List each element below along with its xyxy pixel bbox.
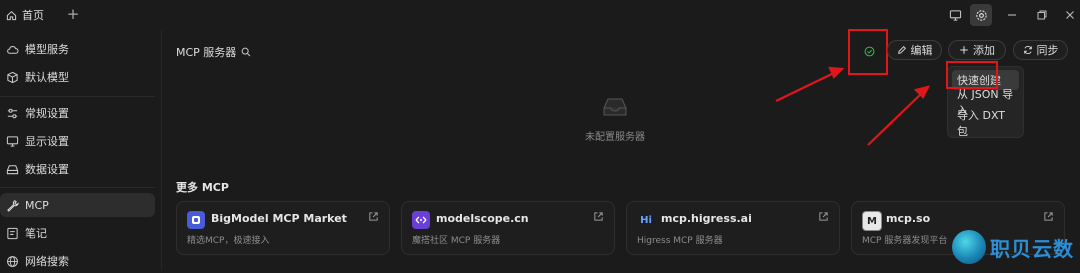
higress-logo-icon: Hi (640, 214, 652, 226)
more-mcp-heading: 更多 MCP (176, 181, 229, 194)
card-title: mcp.higress.ai (661, 212, 752, 225)
watermark-text: 职贝云数 (990, 236, 1074, 261)
external-link-icon[interactable] (593, 211, 604, 222)
external-link-icon[interactable] (1043, 211, 1054, 222)
mcp-card-higress[interactable]: Hi mcp.higress.ai Higress MCP 服务器 (626, 201, 840, 255)
watermark: 职贝云数 (952, 225, 1080, 269)
card-description: 精选MCP，极速接入 (187, 236, 270, 246)
bigmodel-logo-icon (187, 211, 205, 229)
arrow-to-status (775, 71, 837, 102)
empty-state-text: 未配置服务器 (585, 132, 645, 143)
mcp-card-modelscope[interactable]: modelscope.cn 魔搭社区 MCP 服务器 (401, 201, 615, 255)
external-link-icon[interactable] (818, 211, 829, 222)
card-description: Higress MCP 服务器 (637, 236, 723, 246)
modelscope-logo-icon (412, 211, 430, 229)
mcp-card-bigmodel[interactable]: BigModel MCP Market 精选MCP，极速接入 (176, 201, 390, 255)
external-link-icon[interactable] (368, 211, 379, 222)
arrow-to-dropdown (867, 92, 923, 146)
card-title: mcp.so (886, 212, 931, 225)
empty-inbox-icon (603, 98, 627, 116)
card-description: 魔搭社区 MCP 服务器 (412, 236, 501, 246)
watermark-globe-icon (952, 230, 986, 264)
card-title: modelscope.cn (436, 212, 529, 225)
card-description: MCP 服务器发现平台 (862, 236, 948, 246)
mcpso-logo-icon: M (862, 211, 882, 231)
arrow-head-dropdown (913, 85, 931, 99)
arrow-head-status (828, 66, 845, 79)
card-title: BigModel MCP Market (211, 212, 347, 225)
